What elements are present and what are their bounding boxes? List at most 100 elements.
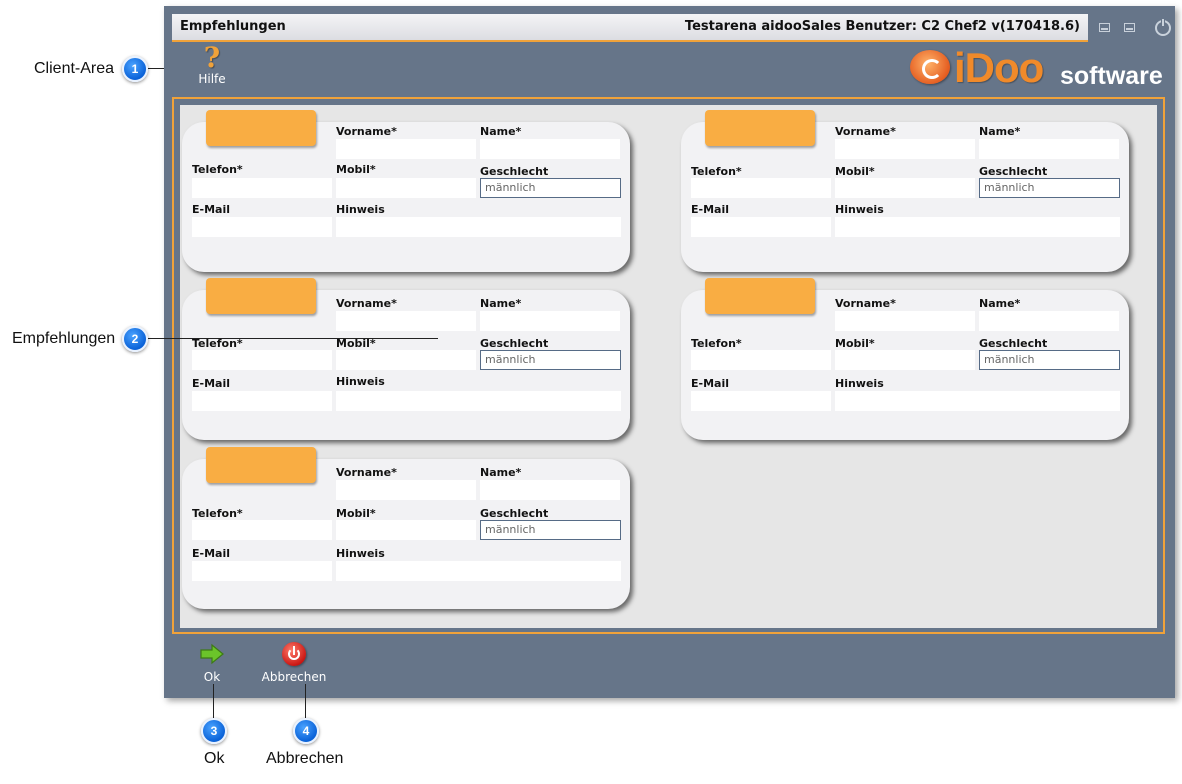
logo-brand-sub: software	[1060, 62, 1163, 90]
card-tab[interactable]	[206, 447, 316, 483]
label-geschlecht: Geschlecht	[979, 165, 1048, 178]
hinweis-input[interactable]	[835, 217, 1120, 237]
label-telefon: Telefon*	[691, 337, 742, 350]
label-hinweis: Hinweis	[336, 375, 385, 388]
recommendation-card: Vorname* Name* Telefon* Mobil* Geschlech…	[182, 110, 630, 272]
callout-abbrechen: Abbrechen	[266, 750, 344, 767]
close-power-icon[interactable]	[1155, 18, 1171, 36]
user-info: Testarena aidooSales Benutzer: C2 Chef2 …	[684, 19, 1080, 34]
maximize-icon[interactable]	[1124, 23, 1135, 32]
window-title: Empfehlungen	[180, 19, 286, 34]
label-email: E-Mail	[192, 547, 230, 560]
label-telefon: Telefon*	[192, 507, 243, 520]
name-input[interactable]	[480, 139, 620, 159]
card-tab[interactable]	[705, 110, 815, 146]
power-icon	[282, 642, 306, 666]
label-geschlecht: Geschlecht	[480, 507, 549, 520]
email-input[interactable]	[691, 391, 831, 411]
card-tab[interactable]	[206, 110, 316, 146]
callout-ok: Ok	[204, 750, 225, 767]
vorname-input[interactable]	[336, 480, 476, 500]
vorname-input[interactable]	[336, 139, 476, 159]
label-mobil: Mobil*	[835, 165, 875, 178]
label-email: E-Mail	[192, 203, 230, 216]
label-vorname: Vorname*	[835, 297, 896, 310]
callout-client-area: Client-Area	[34, 60, 115, 77]
label-name: Name*	[480, 125, 522, 138]
mobil-input[interactable]	[336, 178, 476, 198]
mobil-input[interactable]	[835, 350, 975, 370]
geschlecht-select[interactable]: männlich	[480, 520, 621, 540]
label-mobil: Mobil*	[336, 507, 376, 520]
label-vorname: Vorname*	[336, 125, 397, 138]
recommendation-card: Vorname* Name* Telefon* Mobil* Geschlech…	[681, 110, 1129, 272]
telefon-input[interactable]	[192, 178, 332, 198]
geschlecht-select[interactable]: männlich	[979, 178, 1120, 198]
label-geschlecht: Geschlecht	[979, 337, 1048, 350]
callout-line-2	[148, 338, 438, 339]
label-mobil: Mobil*	[835, 337, 875, 350]
recommendation-card: Vorname* Name* Telefon* Mobil* Geschlech…	[182, 447, 630, 609]
email-input[interactable]	[691, 217, 831, 237]
name-input[interactable]	[979, 311, 1119, 331]
recommendations-panel: Vorname* Name* Telefon* Mobil* Geschlech…	[180, 105, 1157, 628]
email-input[interactable]	[192, 391, 332, 411]
label-hinweis: Hinweis	[336, 203, 385, 216]
title-strip: Empfehlungen Testarena aidooSales Benutz…	[172, 14, 1088, 42]
callout-badge-1: 1	[122, 56, 148, 82]
help-button[interactable]: ? Hilfe	[192, 44, 232, 87]
label-email: E-Mail	[691, 203, 729, 216]
vorname-input[interactable]	[835, 139, 975, 159]
hinweis-input[interactable]	[835, 391, 1120, 411]
logo-brand-main: iDoo	[954, 44, 1044, 91]
cancel-button[interactable]: Abbrechen	[256, 642, 332, 688]
name-input[interactable]	[480, 311, 620, 331]
mobil-input[interactable]	[336, 350, 476, 370]
label-telefon: Telefon*	[691, 165, 742, 178]
help-label: Hilfe	[198, 72, 226, 86]
card-tab[interactable]	[705, 278, 815, 314]
label-name: Name*	[480, 297, 522, 310]
telefon-input[interactable]	[192, 350, 332, 370]
hinweis-input[interactable]	[336, 217, 621, 237]
email-input[interactable]	[192, 561, 332, 581]
client-area: Vorname* Name* Telefon* Mobil* Geschlech…	[172, 97, 1165, 634]
callout-empfehlungen: Empfehlungen	[12, 330, 116, 347]
callout-line-4	[305, 684, 306, 718]
title-bar: Empfehlungen Testarena aidooSales Benutz…	[172, 14, 1182, 42]
telefon-input[interactable]	[691, 178, 831, 198]
name-input[interactable]	[480, 480, 620, 500]
ok-button[interactable]: Ok	[192, 642, 232, 688]
label-hinweis: Hinweis	[336, 547, 385, 560]
ok-label: Ok	[203, 670, 221, 684]
telefon-input[interactable]	[691, 350, 831, 370]
name-input[interactable]	[979, 139, 1119, 159]
geschlecht-select[interactable]: männlich	[480, 350, 621, 370]
mobil-input[interactable]	[835, 178, 975, 198]
label-name: Name*	[979, 297, 1021, 310]
hinweis-input[interactable]	[336, 391, 621, 411]
card-tab[interactable]	[206, 278, 316, 314]
vorname-input[interactable]	[835, 311, 975, 331]
label-geschlecht: Geschlecht	[480, 165, 549, 178]
app-window: Empfehlungen Testarena aidooSales Benutz…	[164, 6, 1175, 698]
hinweis-input[interactable]	[336, 561, 621, 581]
logo-mark-icon	[910, 50, 950, 84]
recommendation-card: Vorname* Name* Telefon* Mobil* Geschlech…	[182, 278, 630, 440]
label-geschlecht: Geschlecht	[480, 337, 549, 350]
label-telefon: Telefon*	[192, 163, 243, 176]
telefon-input[interactable]	[192, 520, 332, 540]
label-hinweis: Hinweis	[835, 377, 884, 390]
minimize-icon[interactable]	[1099, 23, 1110, 32]
mobil-input[interactable]	[336, 520, 476, 540]
callout-badge-3: 3	[201, 718, 227, 744]
geschlecht-select[interactable]: männlich	[979, 350, 1120, 370]
geschlecht-select[interactable]: männlich	[480, 178, 621, 198]
aidoo-logo: iDoo software	[910, 44, 1163, 92]
label-name: Name*	[979, 125, 1021, 138]
label-vorname: Vorname*	[336, 297, 397, 310]
email-input[interactable]	[192, 217, 332, 237]
label-hinweis: Hinweis	[835, 203, 884, 216]
vorname-input[interactable]	[336, 311, 476, 331]
label-mobil: Mobil*	[336, 163, 376, 176]
